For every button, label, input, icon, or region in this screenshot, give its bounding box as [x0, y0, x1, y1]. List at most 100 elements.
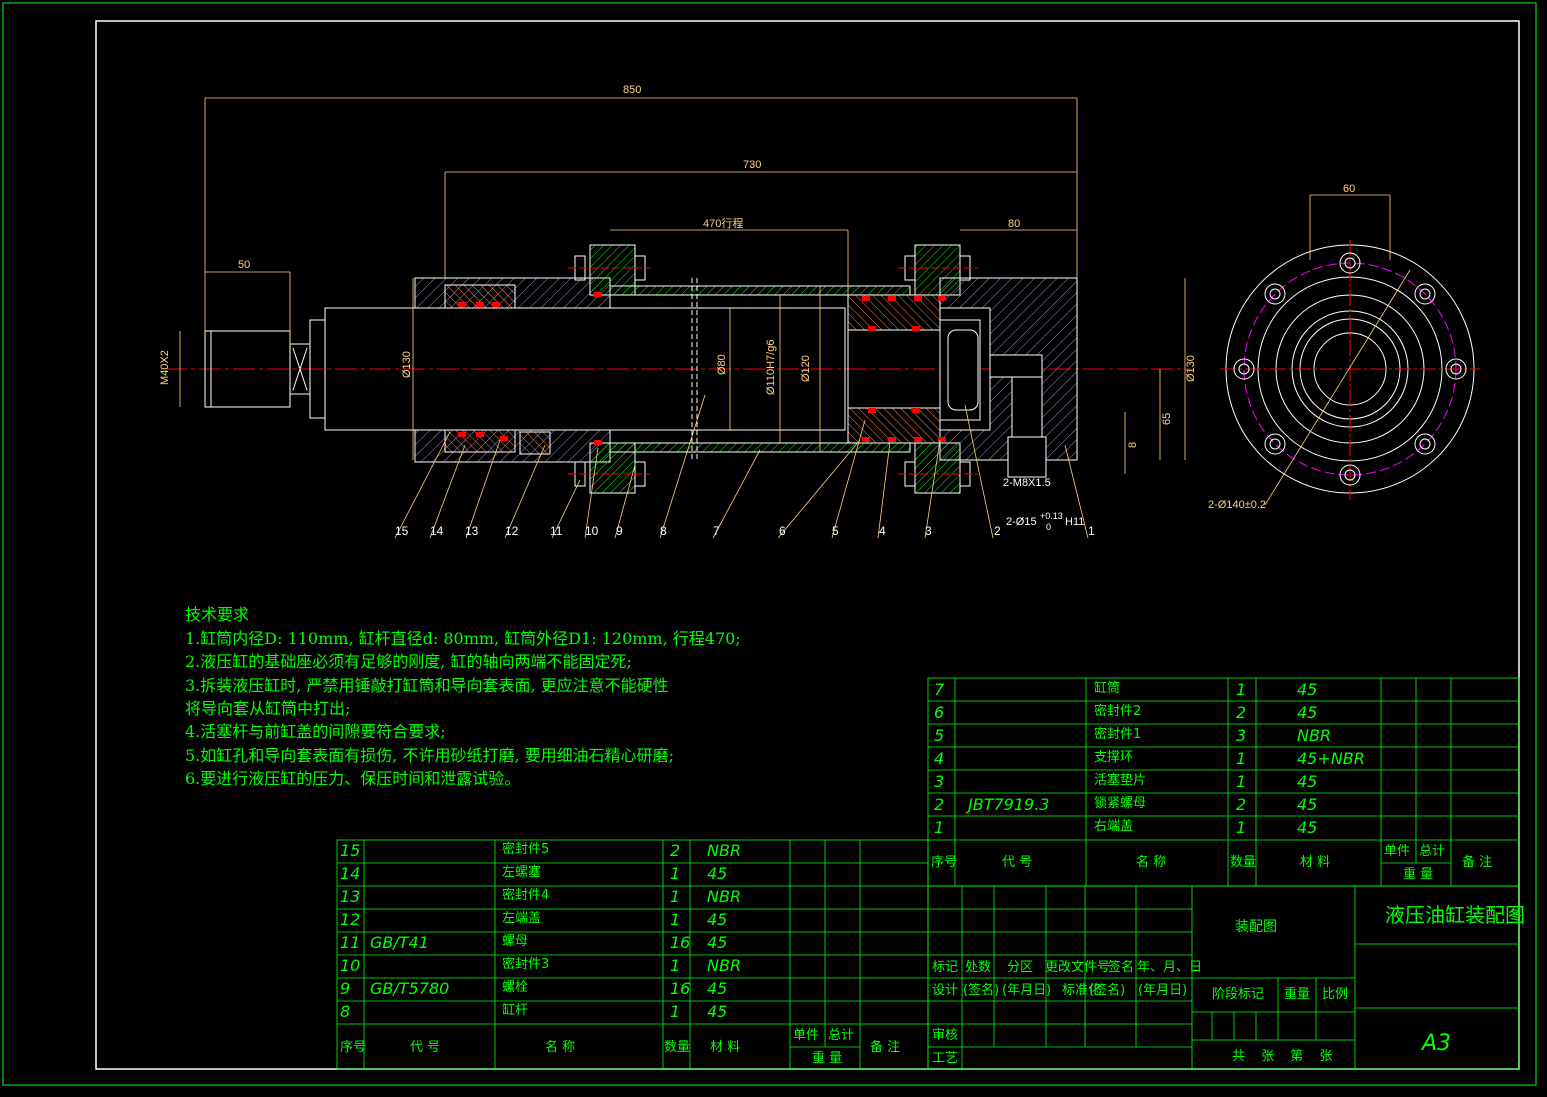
outer-frame	[2, 2, 1537, 1086]
hdr-weight: 重 量	[1403, 867, 1434, 882]
bom-name: 螺栓	[502, 980, 529, 995]
hdr-total: 总计	[1419, 844, 1446, 859]
hdr-qty-left: 数量	[664, 1040, 691, 1055]
hdr-mat: 材 料	[1300, 855, 1331, 870]
rev-mark: 标记	[932, 960, 959, 975]
hdr-code: 代 号	[1002, 855, 1033, 870]
bom-mat: 45	[707, 979, 728, 998]
end-view	[1220, 240, 1480, 506]
bom-mat: NBR	[707, 887, 742, 906]
bom-mat: 45	[1297, 772, 1318, 791]
sign-name: (签名)	[963, 983, 1000, 998]
bom-no: 4	[934, 749, 945, 768]
stage-mark: 阶段标记	[1212, 987, 1265, 1002]
weight-label: 重量	[1284, 987, 1311, 1002]
rev-zone: 分区	[1007, 960, 1034, 975]
bom-mat: 45+NBR	[1297, 749, 1365, 768]
dim-body: 730	[743, 159, 762, 171]
sheet-size: A3	[1422, 1031, 1452, 1056]
process: 工艺	[932, 1051, 959, 1066]
hdr-remark-left: 备 注	[870, 1040, 901, 1055]
dim-thread-length: 50	[238, 259, 251, 271]
bom-mat: 45	[1297, 703, 1318, 722]
tech-line: 3.拆装液压缸时, 严禁用锤敲打缸筒和导向套表面, 更应注意不能硬性	[185, 675, 669, 695]
hdr-qty: 数量	[1230, 855, 1257, 870]
bom-no: 5	[934, 726, 945, 745]
bom-no: 6	[934, 703, 945, 722]
dim-thread: M40X2	[159, 350, 171, 385]
balloon-14: 14	[430, 524, 444, 538]
bom-qty: 16	[670, 979, 691, 998]
bom-qty: 1	[1236, 772, 1247, 791]
bom-mat: NBR	[707, 956, 742, 975]
balloon-1: 1	[1088, 524, 1095, 538]
sign-design: 设计	[932, 983, 959, 998]
bom-name: 锁紧螺母	[1094, 796, 1147, 811]
dim-flange: 80	[1008, 218, 1021, 230]
dim-port-dia: 2-Ø15	[1006, 516, 1037, 528]
tech-line: 4.活塞杆与前缸盖的间隙要符合要求;	[185, 722, 446, 742]
hdr-name: 名 称	[1136, 855, 1167, 870]
bom-no: 2	[934, 795, 945, 814]
technical-requirements: 技术要求 1.缸筒内径D: 110mm, 缸杆直径d: 80mm, 缸筒外径D1:…	[185, 580, 741, 814]
bom-qty: 1	[670, 910, 681, 929]
bom-mat: 45	[707, 864, 728, 883]
bom-qty: 1	[1236, 680, 1247, 699]
drawing-title: 液压油缸装配图	[1385, 903, 1525, 927]
hdr-mat-left: 材 料	[710, 1040, 741, 1055]
bom-no: 3	[934, 772, 945, 791]
rev-file: 更改文件号	[1045, 960, 1111, 975]
balloon-9: 9	[616, 524, 623, 538]
balloon-3: 3	[925, 524, 932, 538]
bom-name: 活塞垫片	[1094, 773, 1147, 788]
bom-name: 螺母	[502, 934, 529, 949]
hdr-unit: 单件	[1384, 844, 1411, 859]
check: 审核	[932, 1028, 959, 1043]
bom-qty: 1	[670, 1002, 681, 1021]
balloon-12: 12	[505, 524, 519, 538]
dim-bore: Ø80	[716, 354, 728, 375]
balloon-6: 6	[779, 524, 786, 538]
dim-side-width: 60	[1343, 183, 1356, 195]
bom-name: 缸筒	[1094, 681, 1121, 696]
inner-frame	[95, 20, 1520, 1070]
rev-date: 年、月、日	[1137, 960, 1203, 975]
bom-name: 密封件5	[502, 842, 550, 857]
dim-tol-dn: 0	[1046, 522, 1052, 532]
bom-qty: 2	[670, 841, 681, 860]
hdr-name-left: 名 称	[545, 1040, 576, 1055]
bom-no: 14	[340, 864, 361, 883]
dim-overall: 850	[623, 84, 642, 96]
tech-line: 将导向套从缸筒中打出;	[185, 699, 351, 719]
bom-qty: 2	[1236, 795, 1247, 814]
hdr-remark: 备 注	[1462, 855, 1493, 870]
cylinder-section-view	[165, 97, 1391, 539]
bom-qty: 1	[670, 956, 681, 975]
rev-sign: 签名	[1108, 960, 1135, 975]
sign-name2: (签名)	[1089, 983, 1126, 998]
bom-no: 1	[934, 818, 945, 837]
bom-name: 密封件2	[1094, 704, 1142, 719]
hdr-total-left: 总计	[828, 1028, 855, 1043]
balloon-10: 10	[585, 524, 599, 538]
sign-date: (年月日)	[1002, 983, 1052, 998]
drawing-kind: 装配图	[1235, 919, 1277, 935]
bom-no: 7	[934, 680, 945, 699]
bom-no: 9	[340, 979, 351, 998]
dim-pcd: 2-Ø140±0.2	[1208, 499, 1267, 511]
bom-mat: 45	[707, 1002, 728, 1021]
assembly-drawing	[2, 2, 1537, 1086]
bom-code: JBT7919.3	[968, 795, 1050, 814]
bom-no: 8	[340, 1002, 351, 1021]
bom-qty: 2	[1236, 703, 1247, 722]
tech-line: 5.如缸孔和导向套表面有损伤, 不许用砂纸打磨, 要用细油石精心研磨;	[185, 745, 675, 765]
bom-name: 支撑环	[1094, 750, 1134, 765]
dim-tol-up: +0.13	[1040, 511, 1063, 521]
bom-qty: 1	[1236, 818, 1247, 837]
sheet-count: 共 张 第 张	[1232, 1049, 1339, 1064]
scale-label: 比例	[1322, 987, 1349, 1002]
dim-port: 2-M8X1.5	[1003, 477, 1051, 489]
bom-no: 10	[340, 956, 361, 975]
bom-mat: NBR	[707, 841, 742, 860]
balloon-5: 5	[832, 524, 839, 538]
